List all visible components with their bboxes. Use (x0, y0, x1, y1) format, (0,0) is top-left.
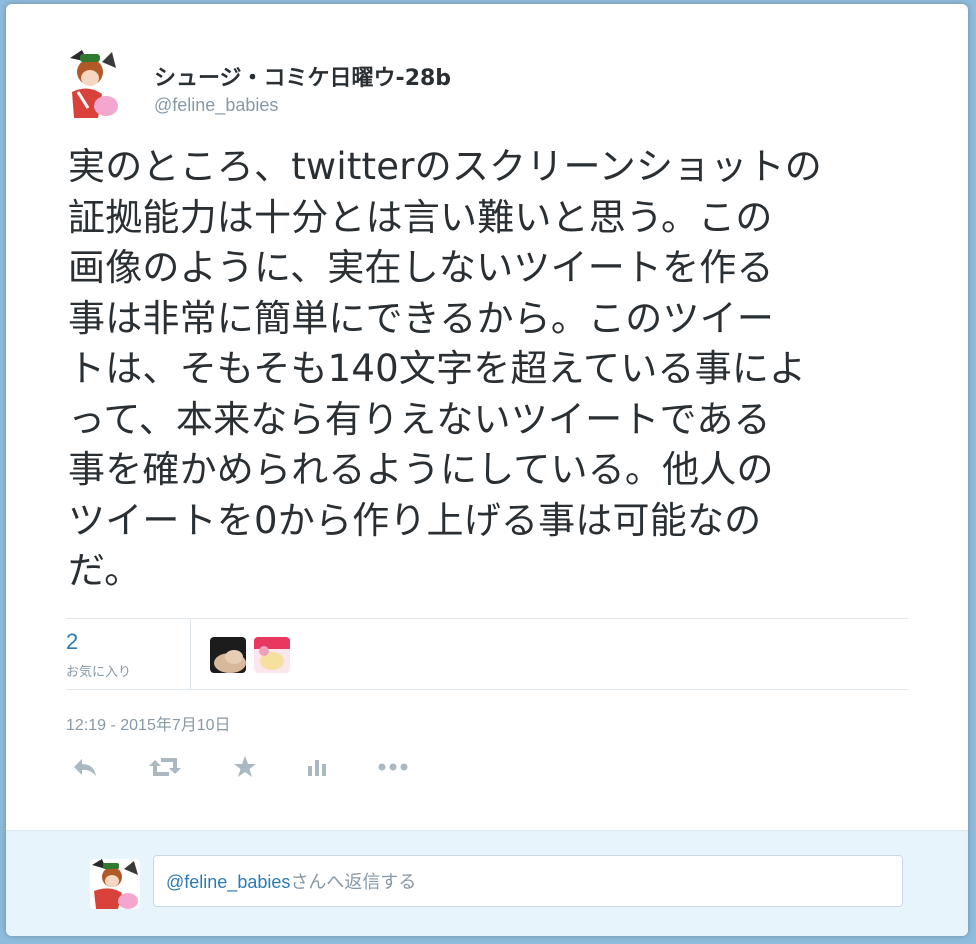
reply-area: @feline_babiesさんへ返信する (6, 830, 968, 936)
tweet-text-line: だ。 (68, 549, 142, 592)
favorite-button[interactable] (228, 752, 262, 782)
analytics-icon (308, 760, 326, 776)
tweet-text-line: って、本来なら有りえないツイートである (68, 397, 771, 441)
current-user-avatar (90, 859, 140, 909)
analytics-button[interactable] (300, 752, 334, 782)
tweet-text-line: 実のところ、twitterのスクリーンショットの (68, 145, 822, 188)
reply-input[interactable]: @feline_babiesさんへ返信する (153, 855, 903, 907)
tweet-text-line: 証拠能力は十分とは言い難いと思う。この (68, 195, 773, 239)
tweet-actions (66, 752, 466, 782)
reply-mention: @feline_babies (166, 872, 291, 892)
retweet-icon (149, 758, 181, 776)
tweet-text-line: トは、そもそも140文字を超えている事によ (68, 347, 807, 390)
author-handle[interactable]: @feline_babies (154, 95, 278, 116)
more-icon (378, 763, 408, 771)
stats-divider (190, 619, 191, 689)
tweet-text-line: 事を確かめられるようにしている。他人の (68, 448, 774, 491)
favorites-label[interactable]: お気に入り (66, 661, 131, 680)
tweet-text-line: 画像のように、実在しないツイートを作る (68, 246, 774, 289)
favoriter-avatar[interactable] (254, 637, 290, 673)
tweet-timestamp[interactable]: 12:19 - 2015年7月10日 (66, 711, 231, 735)
reply-icon (74, 759, 96, 776)
tweet-text-line: ツイートを0から作り上げる事は可能なの (68, 498, 762, 542)
tweet-text: 実のところ、twitterのスクリーンショットの 証拠能力は十分とは言い難いと思… (68, 142, 918, 597)
retweet-button[interactable] (148, 752, 182, 782)
reply-button[interactable] (68, 752, 102, 782)
reply-placeholder: さんへ返信する (290, 872, 417, 893)
more-button[interactable] (376, 752, 410, 782)
author-display-name[interactable]: シュージ・コミケ日曜ウ-28b (154, 60, 451, 92)
tweet-modal: シュージ・コミケ日曜ウ-28b @feline_babies 実のところ、twi… (6, 4, 968, 936)
author-avatar[interactable] (68, 48, 118, 122)
tweet-header: シュージ・コミケ日曜ウ-28b @feline_babies (68, 48, 668, 128)
favoriter-avatar[interactable] (210, 637, 246, 673)
tweet-stats: 2 お気に入り (66, 618, 908, 690)
star-icon (234, 756, 256, 777)
favorites-count[interactable]: 2 (66, 629, 78, 655)
tweet-text-line: 事は非常に簡単にできるから。このツイー (68, 296, 775, 340)
